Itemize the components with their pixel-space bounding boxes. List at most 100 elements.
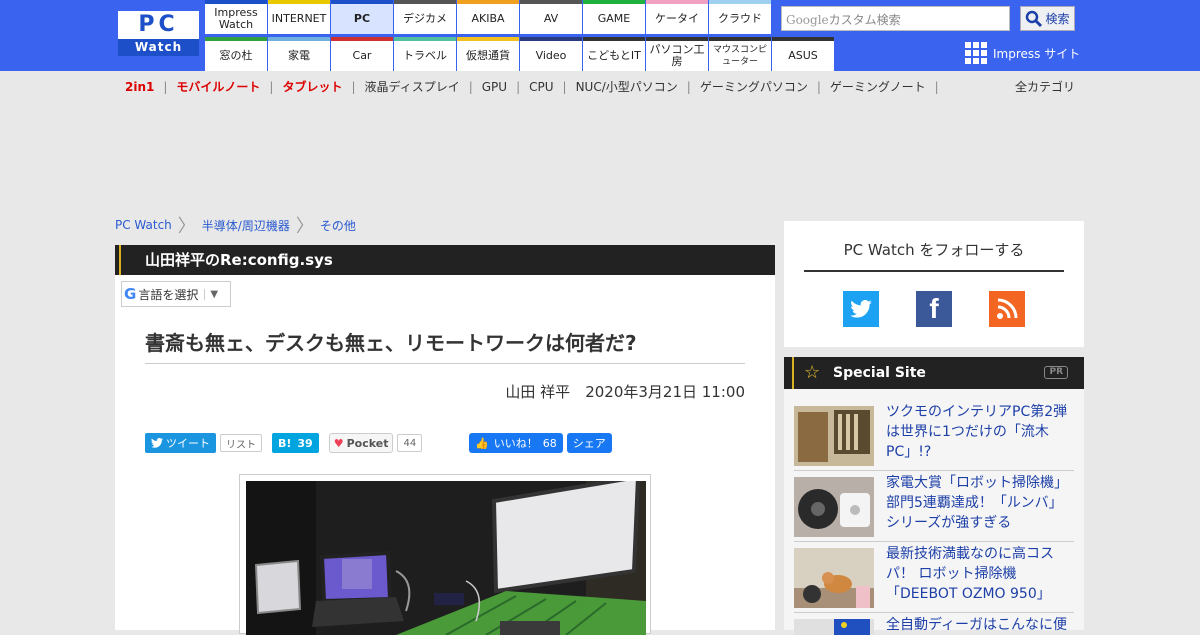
category-separator: | [934,80,939,94]
special-site-box: ☆ Special Site PR ツクモのインテリアPC第2弾は世界に1つだけ… [784,357,1084,635]
nav-item[interactable]: マウスコンピューター [709,37,771,71]
search-button[interactable]: 検索 [1020,6,1075,31]
chevron-right-icon: 〉 [295,216,314,237]
like-count: 68 [542,436,557,450]
special-item[interactable]: ツクモのインテリアPC第2弾は世界に1つだけの「流木PC」!? [794,400,1074,471]
desk-setup-image [246,481,646,635]
category-separator: | [516,80,521,94]
byline: 山田 祥平 2020年3月21日 11:00 [505,381,745,402]
facebook-like-button[interactable]: 👍 いいね！ 68 [469,433,563,453]
impress-site-link[interactable]: Impress サイト [965,42,1080,64]
pocket-count: 44 [397,434,423,452]
nav-item[interactable]: 家電 [268,37,330,71]
nav-item[interactable]: デジカメ [394,0,456,34]
nav-item[interactable]: ASUS [772,37,834,71]
nav-item[interactable]: INTERNET [268,0,330,34]
top-bar: PC Watch Impress Watch INTERNET PC デジカメ AKIB… [0,0,1200,71]
nav-item[interactable]: Car [331,37,393,71]
category-link[interactable]: タブレット [282,78,342,95]
google-mark: Google [786,13,829,27]
nav-item[interactable]: 窓の杜 [205,37,267,71]
search-icon [1026,10,1043,27]
impress-site-label: Impress サイト [993,46,1081,61]
category-separator: | [468,80,473,94]
thumbnail-image [794,548,874,608]
category-link[interactable]: モバイルノート [176,78,260,95]
nav-item[interactable]: パソコン工房 [646,37,708,71]
hatena-label: B! [278,436,292,450]
pc-watch-logo[interactable]: PC Watch [118,11,199,56]
special-item[interactable]: 最新技術満載なのに高コスパ！ ロボット掃除機「DEEBOT OZMO 950」 [794,542,1074,613]
nav-item[interactable]: 仮想通貨 [457,37,519,71]
facebook-buttons: 👍 いいね！ 68 シェア [469,433,612,453]
all-categories-link[interactable]: 全カテゴリ [1015,78,1075,95]
special-item-text: 家電大賞「ロボット掃除機」部門5連覇達成！「ルンバ」シリーズが強すぎる [886,475,1068,531]
category-link[interactable]: GPU [482,80,507,94]
hatena-bookmark-button[interactable]: B! 39 [272,433,319,453]
article-title: 書斎も無ェ、デスクも無ェ、リモートワークは何者だ? [145,331,637,355]
nav-item[interactable]: AV [520,0,582,34]
special-item-text: 全自動ディーガはこんなに便 [886,617,1068,633]
nav-item[interactable]: こどもとIT [583,37,645,71]
nav-item[interactable]: GAME [583,0,645,34]
special-site-title: Special Site [833,365,926,381]
pocket-button[interactable]: ♥ Pocket [328,433,394,453]
category-separator: | [163,80,168,94]
star-icon: ☆ [804,362,821,383]
series-header[interactable]: 山田祥平のRe:config.sys [115,245,775,275]
nav-item[interactable]: トラベル [394,37,456,71]
search-input[interactable]: Googleカスタム検索 [781,6,1010,31]
share-buttons: ツイート リスト B! 39 ♥ Pocket 44 [145,433,423,453]
nav-item[interactable]: PC [331,0,393,34]
category-separator: | [351,80,356,94]
twitter-icon [850,300,872,318]
special-item[interactable]: 全自動ディーガはこんなに便 [794,613,1074,635]
category-link[interactable]: 液晶ディスプレイ [365,78,460,95]
thumbnail-image [794,406,874,466]
date: 2020年3月21日 11:00 [585,383,745,401]
twitter-bird-icon [151,438,163,448]
breadcrumb-item[interactable]: PC Watch [115,218,172,232]
list-button[interactable]: リスト [220,434,262,452]
nav-item[interactable]: クラウド [709,0,771,34]
article-photo[interactable] [239,474,651,635]
follow-title: PC Watch をフォローする [804,239,1064,272]
hatena-count: 39 [297,436,313,450]
breadcrumb-item[interactable]: 半導体/周辺機器 [202,217,290,234]
nav-item[interactable]: Impress Watch [205,0,267,34]
follow-box: PC Watch をフォローする f [784,221,1084,347]
category-link[interactable]: CPU [529,80,553,94]
category-link[interactable]: 2in1 [125,80,154,94]
special-item[interactable]: 家電大賞「ロボット掃除機」部門5連覇達成！「ルンバ」シリーズが強すぎる [794,471,1074,542]
category-bar: 2in1 | モバイルノート | タブレット | 液晶ディスプレイ | GPU | CPU | NUC/… [125,78,1085,94]
category-link[interactable]: NUC/小型パソコン [576,78,678,95]
facebook-share-button[interactable]: シェア [566,433,612,453]
thumbnail-image [794,619,874,635]
facebook-icon[interactable]: f [916,291,952,327]
special-item-text: 最新技術満載なのに高コスパ！ ロボット掃除機「DEEBOT OZMO 950」 [886,546,1054,602]
tweet-button[interactable]: ツイート [145,433,216,453]
language-select[interactable]: G 言語を選択 ▼ [121,281,231,307]
nav-item[interactable]: ケータイ [646,0,708,34]
breadcrumb: PC Watch 〉 半導体/周辺機器 〉 その他 [115,212,356,238]
thumbnail-image [794,477,874,537]
nav-item[interactable]: Video [520,37,582,71]
search-placeholder: カスタム検索 [828,13,901,27]
chevron-right-icon: 〉 [177,216,196,237]
logo-pc-text: PC [138,12,179,37]
like-label: いいね！ [493,437,538,450]
tweet-label: ツイート [166,437,210,450]
category-separator: | [686,80,691,94]
special-item-text: ツクモのインテリアPC第2弾は世界に1つだけの「流木PC」!? [886,404,1068,460]
breadcrumb-item[interactable]: その他 [320,217,356,234]
rss-icon[interactable] [989,291,1025,327]
nav-item[interactable]: AKIBA [457,0,519,34]
share-label: シェア [572,437,606,450]
twitter-follow-button[interactable] [843,291,879,327]
thumbs-up-icon: 👍 [475,436,489,450]
category-link[interactable]: ゲーミングパソコン [700,78,808,95]
dropdown-arrow-icon: ▼ [204,288,218,300]
category-link[interactable]: ゲーミングノート [830,78,926,95]
pocket-icon: ♥ [333,436,344,450]
category-separator: | [816,80,821,94]
